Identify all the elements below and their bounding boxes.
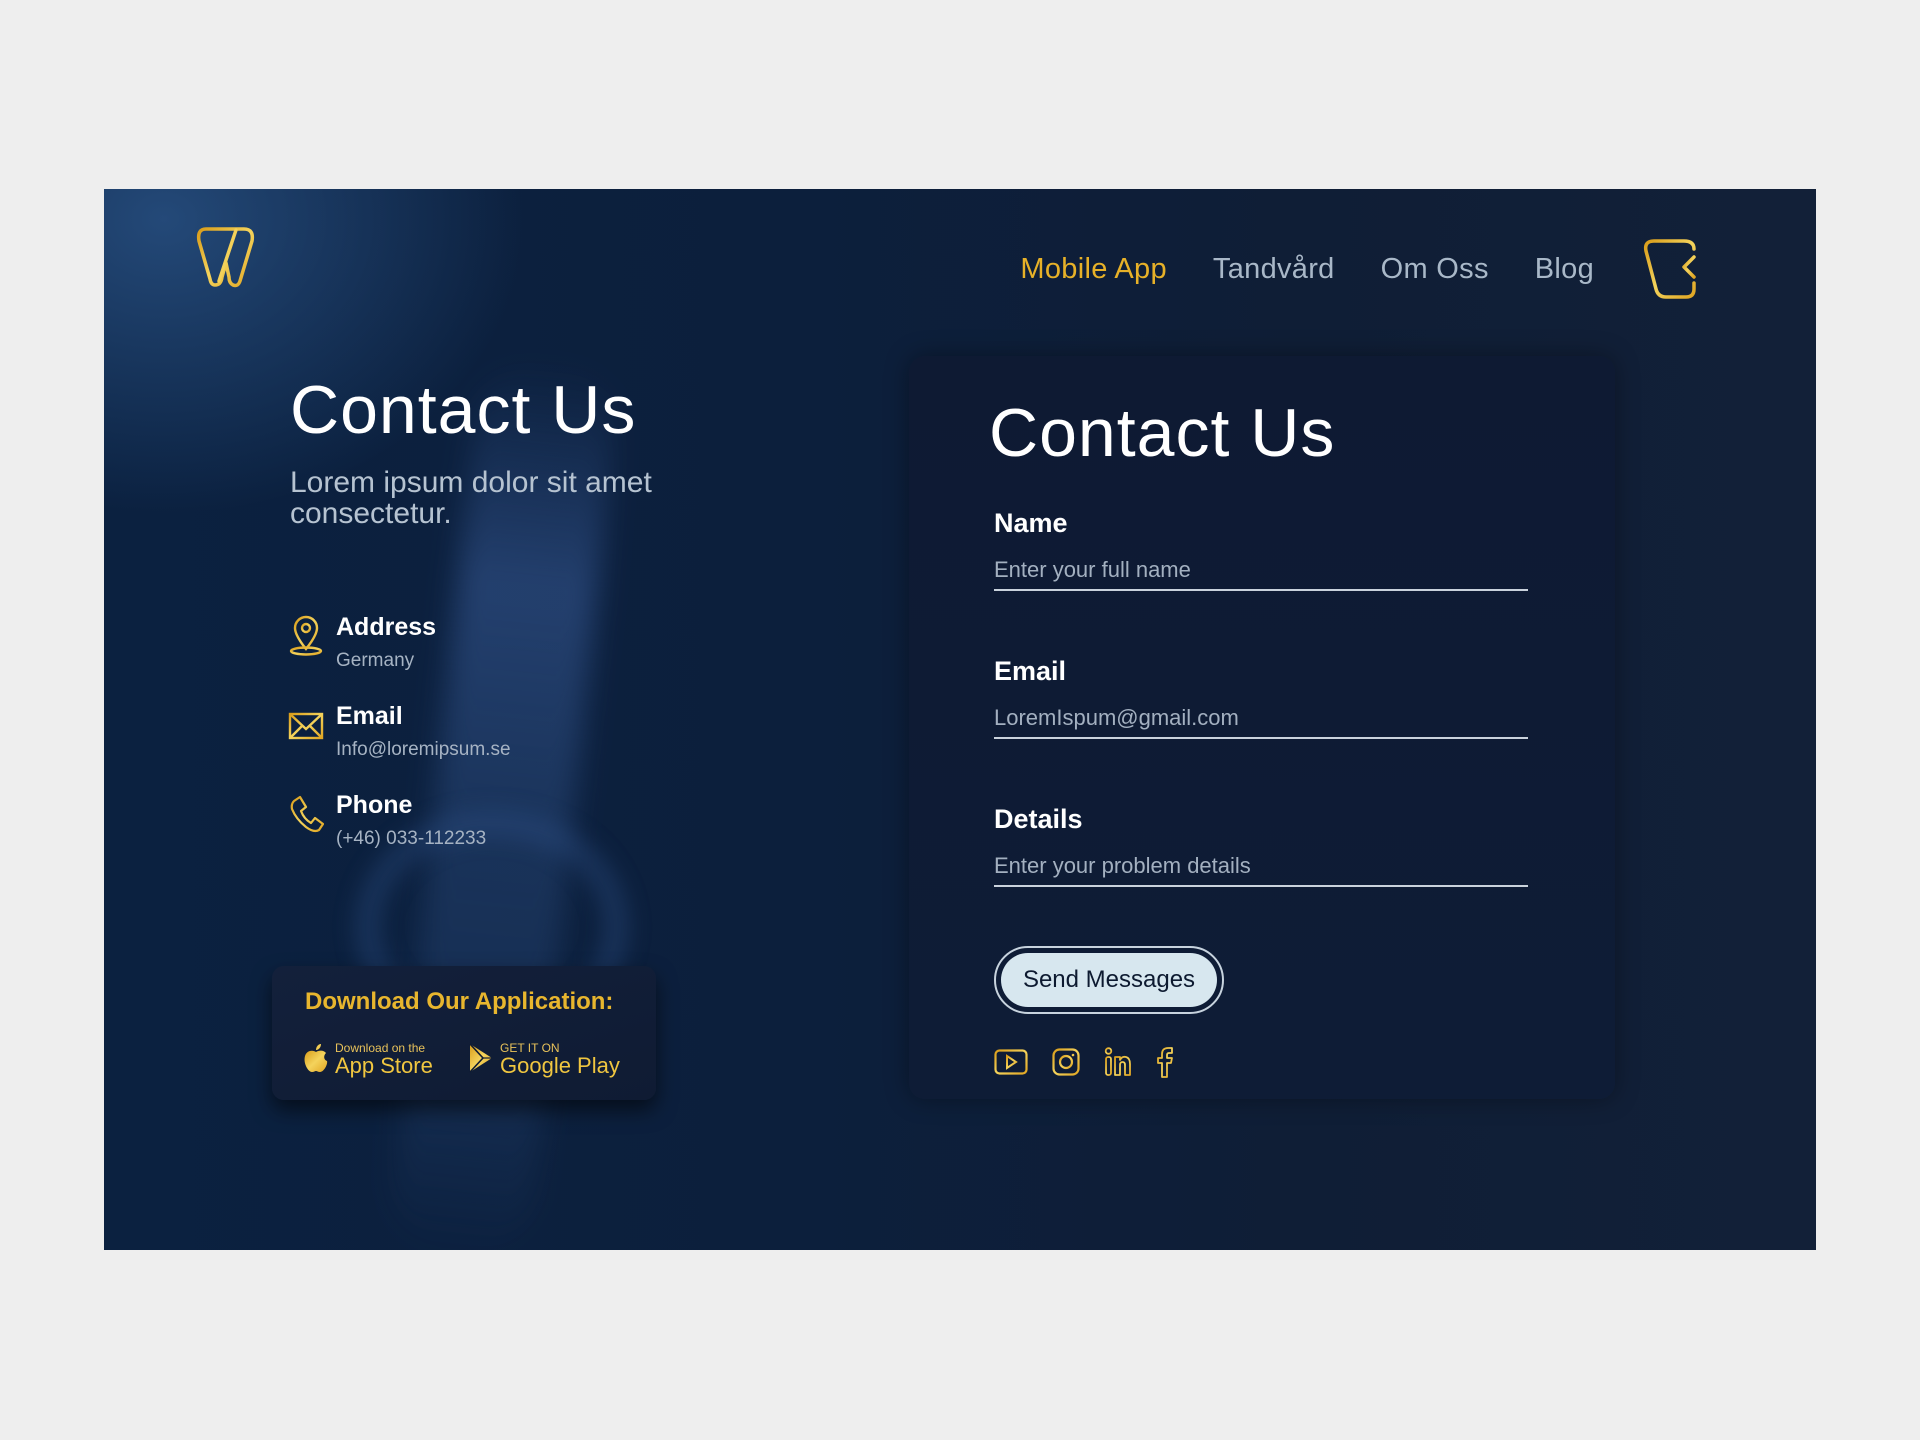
- details-field: Details: [994, 804, 1528, 887]
- contact-info-email: Email Info@loremipsum.se: [288, 702, 511, 761]
- nav-mobile-app[interactable]: Mobile App: [1020, 253, 1167, 286]
- contact-info-value[interactable]: Info@loremipsum.se: [336, 739, 511, 761]
- apple-icon: [303, 1043, 329, 1077]
- contact-page: Mobile App Tandvård Om Oss Blog Contact …: [104, 189, 1816, 1250]
- page-subtitle: Lorem ipsum dolor sit amet consectetur.: [290, 466, 652, 530]
- contact-info-address: Address Germany: [288, 613, 436, 672]
- google-play-big: Google Play: [500, 1053, 620, 1078]
- social-links: [994, 1046, 1198, 1082]
- email-label: Email: [994, 656, 1067, 686]
- download-app-card: Download Our Application: Download on th…: [272, 966, 656, 1100]
- contact-info-value: Germany: [336, 650, 415, 671]
- name-field: Name: [994, 508, 1528, 591]
- send-messages-button[interactable]: Send Messages: [1001, 953, 1217, 1007]
- tooth-back-icon[interactable]: [1640, 237, 1702, 301]
- page-title: Contact Us: [290, 372, 637, 448]
- contact-info-phone: Phone (+46) 033-112233: [288, 791, 486, 850]
- location-pin-icon: [288, 615, 324, 657]
- download-title: Download Our Application:: [305, 988, 614, 1015]
- nav-om-oss[interactable]: Om Oss: [1381, 253, 1489, 286]
- email-input[interactable]: [994, 701, 1528, 739]
- email-field: Email: [994, 656, 1528, 739]
- main-nav: Mobile App Tandvård Om Oss Blog: [1020, 237, 1702, 301]
- nav-blog[interactable]: Blog: [1535, 253, 1594, 286]
- details-label: Details: [994, 804, 1083, 834]
- app-store-big: App Store: [335, 1053, 433, 1078]
- contact-info-value[interactable]: (+46) 033-112233: [336, 828, 486, 850]
- tooth-logo-icon[interactable]: [196, 225, 256, 289]
- contact-info-title: Phone: [336, 791, 413, 819]
- instagram-icon[interactable]: [1052, 1048, 1080, 1080]
- details-input[interactable]: [994, 849, 1528, 887]
- linkedin-icon[interactable]: [1104, 1047, 1132, 1081]
- name-input[interactable]: [994, 553, 1528, 591]
- contact-form-card: Contact Us Name Email Details Send Messa…: [909, 356, 1615, 1099]
- google-play-icon: [468, 1042, 494, 1078]
- form-title: Contact Us: [989, 395, 1336, 471]
- name-label: Name: [994, 508, 1068, 538]
- phone-icon: [288, 793, 325, 835]
- contact-info-title: Email: [336, 702, 403, 730]
- youtube-icon[interactable]: [994, 1049, 1028, 1079]
- google-play-button[interactable]: GET IT ON Google Play: [468, 1042, 620, 1078]
- facebook-icon[interactable]: [1156, 1046, 1174, 1082]
- contact-info-title: Address: [336, 613, 437, 641]
- envelope-icon: [288, 704, 324, 746]
- nav-tandvard[interactable]: Tandvård: [1213, 253, 1335, 286]
- send-button-frame: Send Messages: [994, 946, 1224, 1014]
- app-store-button[interactable]: Download on the App Store: [303, 1042, 433, 1078]
